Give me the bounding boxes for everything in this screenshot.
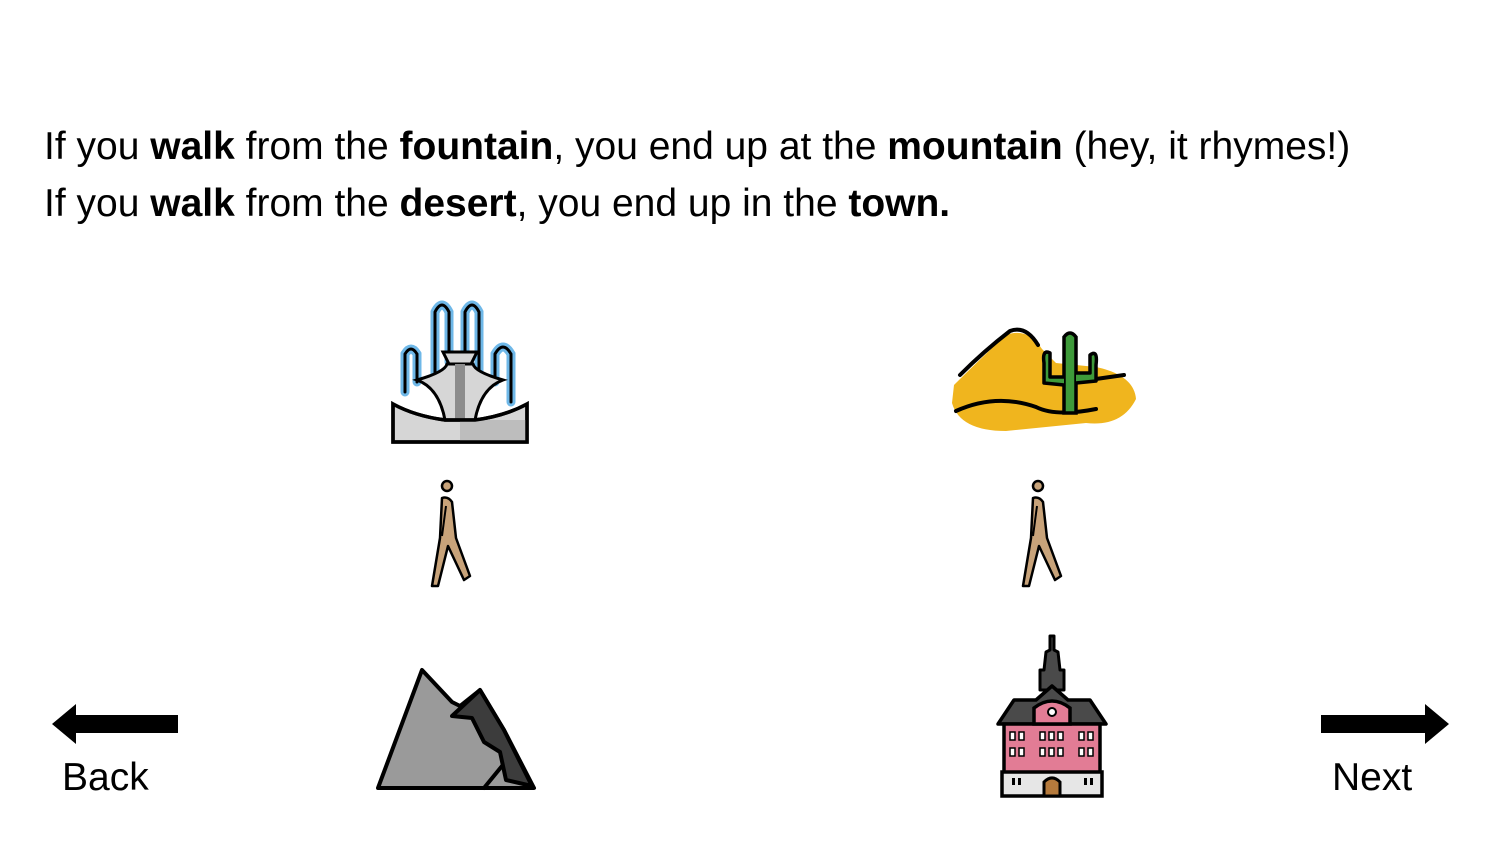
back-label: Back	[62, 756, 149, 799]
back-button[interactable]: Back	[48, 700, 183, 810]
bold-word: town.	[848, 182, 951, 225]
bold-word: mountain	[887, 125, 1063, 168]
fountain-icon	[391, 300, 529, 444]
bold-word: walk	[150, 182, 235, 225]
sentence-line-2: If you walk from the desert, you end up …	[44, 184, 950, 223]
sentence-text: If you	[44, 182, 151, 225]
bold-word: walk	[150, 125, 235, 168]
arrow-left-icon	[52, 704, 178, 744]
walking-person-icon	[1021, 479, 1063, 588]
sentence-line-1: If you walk from the fountain, you end u…	[44, 127, 1350, 166]
sentence-text: , you end up at the	[553, 125, 888, 168]
bold-word: fountain	[399, 125, 554, 168]
arrow-right-icon	[1321, 704, 1449, 744]
sentence-text: from the	[234, 182, 400, 225]
walking-person-icon	[430, 479, 472, 588]
town-hall-icon	[996, 634, 1108, 798]
sentence-text: , you end up in the	[516, 182, 849, 225]
next-button[interactable]: Next	[1318, 700, 1453, 810]
next-label: Next	[1332, 756, 1413, 799]
mountain-icon	[376, 668, 536, 790]
sentence-text: from the	[234, 125, 400, 168]
sentence-text: (hey, it rhymes!)	[1062, 125, 1351, 168]
sentence-text: If you	[44, 125, 151, 168]
bold-word: desert	[399, 182, 517, 225]
desert-icon	[952, 327, 1136, 431]
